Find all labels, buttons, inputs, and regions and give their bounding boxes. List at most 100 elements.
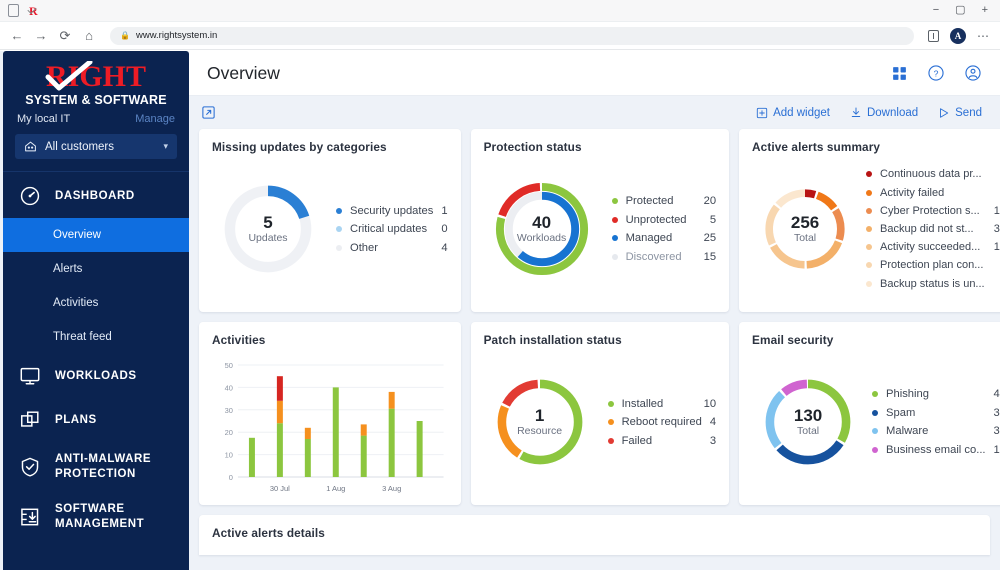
sidebar-item-plans[interactable]: PLANS	[3, 398, 189, 442]
sidebar-item-label: DASHBOARD	[55, 190, 135, 202]
legend: Protected 20 Unprotected 5 Managed 25 Di…	[594, 192, 716, 266]
help-icon[interactable]: ?	[927, 64, 945, 82]
profile-avatar[interactable]: A	[950, 27, 966, 44]
legend-label: Discovered	[625, 250, 682, 263]
customer-selector[interactable]: All customers ▾	[15, 134, 177, 159]
reload-icon[interactable]: ⟳	[58, 29, 72, 42]
widget-active-alerts-summary[interactable]: Active alerts summary 256 Total Continuo…	[739, 129, 1000, 312]
maximize-button[interactable]: ▢	[955, 5, 965, 16]
grid-icon[interactable]	[891, 65, 908, 82]
legend-item: Backup status is un... 8	[866, 274, 1000, 292]
svg-text:1 Aug: 1 Aug	[326, 484, 345, 493]
widget-title: Patch installation status	[483, 333, 622, 347]
donut-chart-active-alerts: 256 Total	[758, 182, 852, 276]
widget-title: Active alerts details	[212, 526, 325, 540]
minimize-button[interactable]: −	[933, 5, 939, 16]
legend-dot	[336, 207, 342, 214]
monitor-icon	[20, 367, 40, 385]
account-icon[interactable]	[964, 64, 982, 82]
download-label: Download	[866, 106, 919, 119]
legend-item: Activity failed 9	[866, 184, 1000, 202]
send-button[interactable]: Send	[938, 107, 982, 119]
widget-email-security[interactable]: Email security 130 Total Phishing 4 Spam…	[739, 322, 1000, 505]
legend: Continuous data pr... 5 Activity failed …	[852, 165, 1000, 292]
download-button[interactable]: Download	[850, 106, 918, 119]
svg-text:?: ?	[934, 68, 939, 78]
widget-activities[interactable]: Activities 0 10 20 30 40 50 30 Jul 1 Aug…	[199, 322, 461, 505]
sidebar: RIGHT SYSTEM & SOFTWARE My local IT Mana…	[3, 51, 189, 570]
sidebar-item-anti-malware-protection[interactable]: ANTI-MALWARE PROTECTION	[3, 442, 189, 492]
page-header: Overview ?	[189, 51, 1000, 96]
sidebar-item-label: WORKLOADS	[55, 370, 137, 382]
home-icon[interactable]: ⌂	[82, 29, 96, 42]
legend-value: 1	[441, 204, 448, 217]
tab-search-icon[interactable]	[8, 4, 19, 17]
widget-title: Missing updates by categories	[212, 140, 387, 154]
legend-label: Security updates	[350, 204, 434, 217]
svg-text:50: 50	[225, 361, 233, 370]
shield-check-icon	[21, 457, 39, 477]
svg-text:0: 0	[229, 473, 233, 482]
legend-item: Critical updates 0	[336, 220, 448, 239]
legend-item: Unprotected 5	[611, 211, 716, 230]
legend-label: Reboot required	[621, 416, 702, 428]
url-text: www.rightsystem.in	[135, 30, 218, 41]
legend-value: 32	[993, 223, 1000, 235]
legend: Phishing 44 Spam 39 Malware	[858, 385, 1000, 459]
forward-icon[interactable]: →	[34, 29, 48, 42]
software-download-icon	[21, 508, 39, 526]
brand-logo: RIGHT SYSTEM & SOFTWARE	[3, 51, 189, 107]
legend-dot	[866, 189, 873, 196]
widget-title: Active alerts summary	[752, 140, 881, 154]
app-root: R − ▢ + ← → ⟳ ⌂ 🔒 www.rightsystem.in A ⋯…	[0, 0, 1000, 570]
sidebar-item-workloads[interactable]: WORKLOADS	[3, 354, 189, 398]
expand-icon[interactable]	[201, 105, 216, 120]
legend-value: 16	[993, 241, 1000, 254]
legend-dot	[607, 437, 614, 444]
legend-item: Protection plan con... 8	[866, 256, 1000, 274]
sidebar-item-dashboard[interactable]: DASHBOARD	[3, 174, 189, 218]
widget-missing-updates[interactable]: Missing updates by categories 5 Updates	[199, 129, 461, 312]
donut-chart-patch-status: 1 Resource	[490, 372, 590, 472]
collections-icon[interactable]	[928, 29, 939, 42]
add-widget-button[interactable]: Add widget	[756, 107, 830, 119]
donut-center-label: Resource	[517, 425, 563, 438]
sidebar-item-alerts[interactable]: Alerts	[3, 252, 189, 286]
favicon-right-logo[interactable]: R	[29, 5, 38, 17]
manage-link[interactable]: Manage	[135, 113, 175, 125]
svg-text:30: 30	[225, 406, 233, 415]
sidebar-item-threat-feed[interactable]: Threat feed	[3, 320, 189, 354]
address-bar[interactable]: 🔒 www.rightsystem.in	[110, 26, 914, 45]
legend-dot	[611, 235, 618, 242]
donut-center-value: 40	[532, 212, 552, 232]
svg-text:10: 10	[225, 451, 233, 460]
legend-item: Managed 25	[611, 229, 716, 248]
donut-center-label: Updates	[248, 232, 288, 245]
bar-chart-activities: 0 10 20 30 40 50 30 Jul 1 Aug 3 Aug	[212, 347, 448, 497]
legend-value: 10	[703, 397, 717, 410]
legend-value: 8	[992, 278, 1000, 290]
header-actions: ?	[891, 64, 982, 82]
browser-tab-strip: R − ▢ +	[0, 0, 1000, 22]
sidebar-item-label: Alerts	[53, 263, 83, 275]
back-icon[interactable]: ←	[10, 29, 24, 42]
more-options-icon[interactable]: ⋯	[977, 30, 990, 42]
widget-patch-installation-status[interactable]: Patch installation status 1 Resource Ins…	[470, 322, 730, 505]
sidebar-item-label-line2: MANAGEMENT	[55, 518, 145, 530]
sidebar-item-software-management[interactable]: SOFTWARE MANAGEMENT	[3, 492, 189, 542]
new-tab-button[interactable]: +	[982, 5, 988, 16]
legend-item: Backup did not st... 32	[866, 220, 1000, 238]
sidebar-item-activities[interactable]: Activities	[3, 286, 189, 320]
download-icon	[851, 107, 861, 117]
main-content: Overview ? Add widget Download Send Miss…	[189, 51, 1000, 570]
widget-active-alerts-details[interactable]: Active alerts details	[199, 515, 990, 555]
sidebar-item-overview[interactable]: Overview	[3, 218, 189, 252]
legend-label: Protection plan con...	[880, 259, 984, 272]
legend-item: Spam 39	[872, 404, 1000, 423]
legend-item: Cyber Protection s... 12	[866, 202, 1000, 220]
widget-protection-status[interactable]: Protection status 40 Workloads Protected…	[470, 129, 730, 312]
sidebar-item-label: Threat feed	[53, 331, 112, 343]
sidebar-item-label: ANTI-MALWARE PROTECTION	[55, 452, 151, 482]
donut-center-value: 1	[534, 405, 545, 425]
legend-label: Managed	[625, 232, 673, 245]
